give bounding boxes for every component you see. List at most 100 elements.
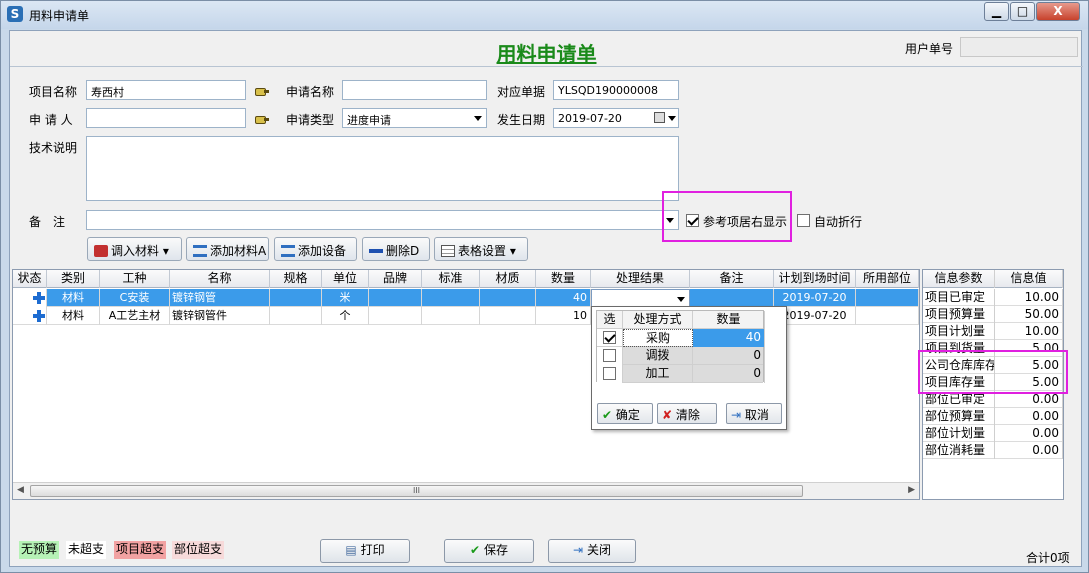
popup-qty-cell[interactable]: 40: [693, 329, 765, 347]
auto-wrap-checkbox[interactable]: [797, 214, 810, 227]
info-row: 项目计划量 10.00: [923, 323, 1063, 340]
close-label: 关闭: [586, 543, 611, 557]
import-material-button[interactable]: 调入材料 ▾: [87, 237, 182, 261]
select-checkbox[interactable]: [603, 349, 616, 362]
minus-icon: [369, 249, 383, 253]
col-header[interactable]: 备注: [690, 270, 774, 288]
user-order-field[interactable]: [960, 37, 1078, 57]
col-header[interactable]: 类别: [47, 270, 100, 288]
category-cell: 材料: [47, 289, 100, 307]
save-label: 保存: [483, 543, 508, 557]
total-count: 合计0项: [1026, 551, 1070, 565]
popup-row[interactable]: 采购 40: [597, 329, 765, 347]
processing-table: 选 处理方式 数量 采购 40 调拨 0 加工 0: [596, 310, 765, 383]
popup-row[interactable]: 调拨 0: [597, 347, 765, 365]
col-header[interactable]: 材质: [480, 270, 536, 288]
check-icon: ✔: [470, 543, 481, 557]
legend-not-over: 未超支: [66, 541, 107, 559]
popup-qty-cell[interactable]: 0: [693, 365, 765, 383]
processing-popup: 选 处理方式 数量 采购 40 调拨 0 加工 0 ✔ 确定 ✘ 清除 ⇥ 取消: [591, 306, 787, 430]
auto-wrap-label: 自动折行: [814, 215, 863, 229]
request-name-field[interactable]: [342, 80, 487, 100]
info-value: 10.00: [995, 289, 1063, 306]
popup-row[interactable]: 加工 0: [597, 365, 765, 383]
add-material-button[interactable]: 添加材料A: [186, 237, 269, 261]
result-dropdown[interactable]: [591, 289, 690, 307]
scroll-right-icon[interactable]: ▶: [908, 485, 915, 495]
add-device-button[interactable]: 添加设备: [274, 237, 357, 261]
scroll-left-icon[interactable]: ◀: [17, 485, 24, 495]
info-value: 50.00: [995, 306, 1063, 323]
select-cell: [597, 347, 623, 365]
print-button[interactable]: ▤ 打印: [320, 539, 410, 563]
minimize-button[interactable]: ▁: [984, 2, 1009, 21]
unit-cell: 米: [322, 289, 369, 307]
col-header[interactable]: 标准: [422, 270, 480, 288]
remark-select[interactable]: [86, 210, 679, 230]
date-picker[interactable]: 2019-07-20: [553, 108, 679, 128]
col-header[interactable]: 状态: [13, 270, 47, 288]
col-header[interactable]: 计划到场时间: [774, 270, 856, 288]
confirm-button[interactable]: ✔ 确定: [597, 403, 653, 424]
window-title: 用料申请单: [29, 9, 90, 23]
info-value: 0.00: [995, 425, 1063, 442]
popup-qty-cell[interactable]: 0: [693, 347, 765, 365]
chevron-down-icon: [668, 116, 676, 121]
add-material-label: 添加材料A: [210, 244, 267, 258]
horizontal-scrollbar[interactable]: ◀ III ▶: [13, 482, 919, 499]
method-cell: 采购: [623, 329, 693, 347]
unit-cell: 个: [322, 307, 369, 325]
clear-button[interactable]: ✘ 清除: [657, 403, 717, 424]
save-button[interactable]: ✔ 保存: [444, 539, 534, 563]
info-col-header: 信息值: [995, 270, 1063, 288]
delete-button[interactable]: 删除D: [362, 237, 430, 261]
col-header[interactable]: 数量: [536, 270, 591, 288]
info-row: 项目已审定 10.00: [923, 289, 1063, 306]
lookup-icon[interactable]: [254, 113, 270, 125]
tech-desc-textarea[interactable]: [86, 136, 679, 201]
remark-label: 备 注: [29, 215, 66, 229]
trade-cell: C安装: [100, 289, 170, 307]
remark-cell: [690, 289, 774, 307]
popup-header: 选 处理方式 数量: [597, 311, 765, 329]
close-window-button[interactable]: X: [1036, 2, 1080, 21]
related-doc-field[interactable]: YLSQD190000008: [553, 80, 679, 100]
col-header[interactable]: 品牌: [369, 270, 422, 288]
info-row: 项目预算量 50.00: [923, 306, 1063, 323]
part-cell: [856, 289, 919, 307]
request-type-select[interactable]: 进度申请: [342, 108, 487, 128]
select-checkbox[interactable]: [603, 331, 616, 344]
col-header[interactable]: 名称: [170, 270, 270, 288]
info-row: 部位消耗量 0.00: [923, 442, 1063, 459]
select-checkbox[interactable]: [603, 367, 616, 380]
exit-icon: ⇥: [573, 543, 584, 557]
method-cell: 加工: [623, 365, 693, 383]
legend-no-budget: 无预算: [19, 541, 60, 559]
info-row: 部位计划量 0.00: [923, 425, 1063, 442]
printer-icon: ▤: [345, 543, 357, 557]
table-row[interactable]: 材料 C安装 镀锌钢管 米 40 2019-07-20: [13, 289, 919, 307]
check-icon: ✔: [602, 408, 613, 422]
date-label: 发生日期: [497, 113, 546, 127]
cancel-button[interactable]: ⇥ 取消: [726, 403, 782, 424]
col-header[interactable]: 处理结果: [591, 270, 690, 288]
lookup-icon[interactable]: [254, 85, 270, 97]
col-header[interactable]: 规格: [270, 270, 322, 288]
close-button[interactable]: ⇥ 关闭: [548, 539, 636, 563]
legend-part-over: 部位超支: [172, 541, 225, 559]
col-header[interactable]: 单位: [322, 270, 369, 288]
add-device-label: 添加设备: [298, 244, 347, 258]
spec-cell: [270, 307, 322, 325]
maximize-button[interactable]: □: [1010, 2, 1035, 21]
col-header[interactable]: 工种: [100, 270, 170, 288]
table-settings-button[interactable]: 表格设置 ▾: [434, 237, 528, 261]
calendar-icon[interactable]: [654, 112, 665, 123]
info-param: 部位消耗量: [925, 442, 995, 459]
scroll-thumb[interactable]: III: [30, 485, 803, 497]
divider: [10, 66, 1083, 67]
col-header[interactable]: 所用部位: [856, 270, 919, 288]
ref-right-checkbox[interactable]: [686, 214, 699, 227]
project-name-field[interactable]: 寿西村: [86, 80, 246, 100]
applicant-field[interactable]: [86, 108, 246, 128]
material-cell: [480, 307, 536, 325]
